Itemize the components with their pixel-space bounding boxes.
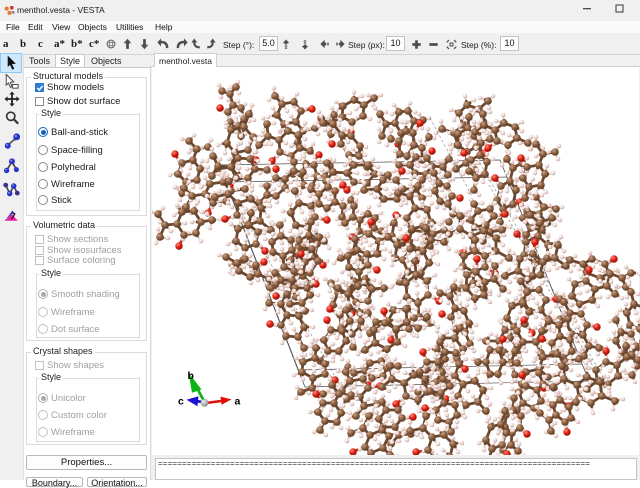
svg-text:c: c: [178, 396, 184, 408]
svg-text:b: b: [188, 370, 194, 382]
svg-text:a: a: [235, 396, 241, 408]
